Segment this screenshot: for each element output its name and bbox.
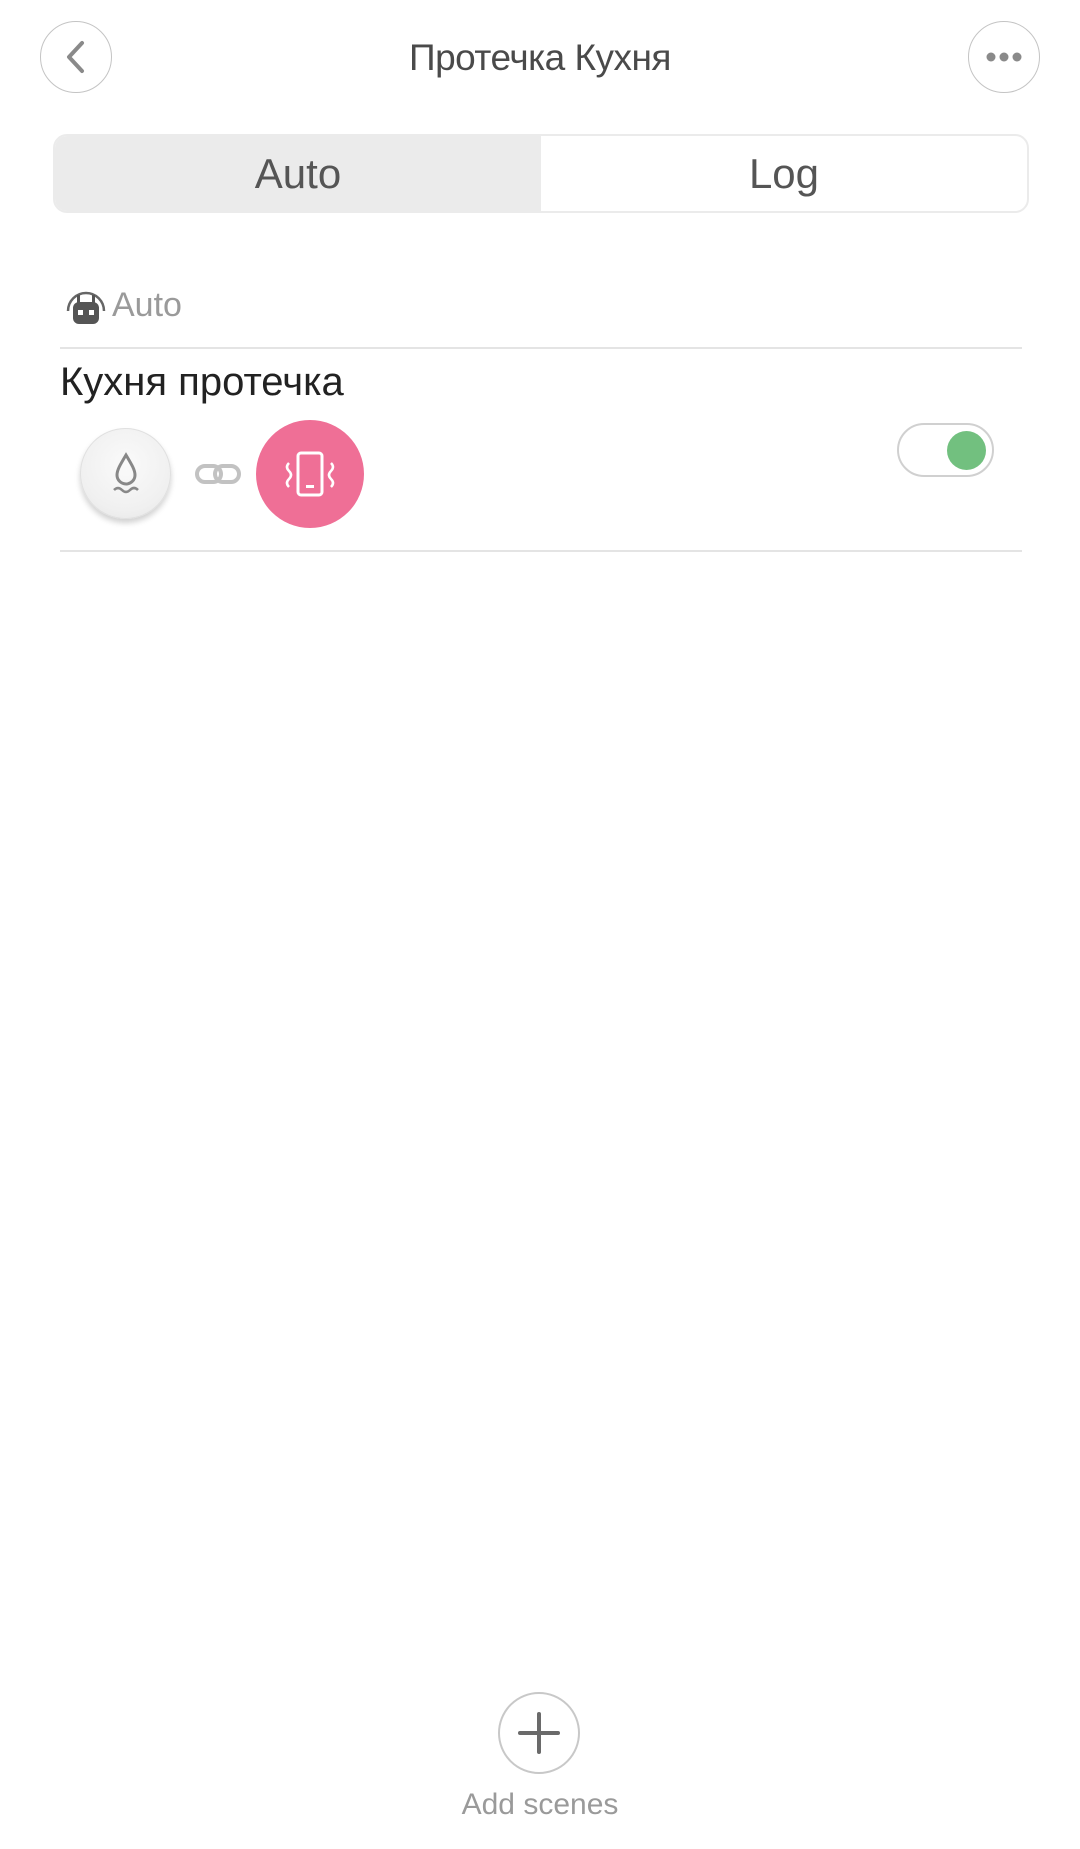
page-title: Протечка Кухня bbox=[409, 37, 671, 78]
tab-switcher: Auto Log bbox=[53, 134, 1029, 213]
more-options-button[interactable] bbox=[968, 21, 1040, 93]
robot-icon bbox=[66, 291, 106, 324]
scene-divider bbox=[60, 550, 1022, 552]
plus-icon bbox=[518, 1712, 560, 1754]
back-button[interactable] bbox=[40, 21, 112, 93]
water-leak-sensor-icon bbox=[80, 428, 171, 519]
more-horizontal-icon bbox=[986, 52, 1022, 62]
section-divider bbox=[60, 347, 1022, 349]
link-icon bbox=[195, 464, 241, 484]
scene-enable-toggle[interactable] bbox=[897, 423, 994, 477]
add-scenes-button[interactable] bbox=[498, 1692, 580, 1774]
section-header: Auto bbox=[64, 282, 182, 328]
toggle-knob bbox=[947, 431, 986, 470]
section-label: Auto bbox=[112, 285, 182, 324]
tab-auto[interactable]: Auto bbox=[55, 136, 541, 211]
tab-log[interactable]: Log bbox=[541, 136, 1027, 211]
scene-name: Кухня протечка bbox=[60, 360, 344, 404]
add-scenes-label[interactable]: Add scenes bbox=[390, 1788, 690, 1822]
chevron-left-icon bbox=[67, 41, 84, 73]
phone-vibrate-icon bbox=[256, 420, 364, 528]
